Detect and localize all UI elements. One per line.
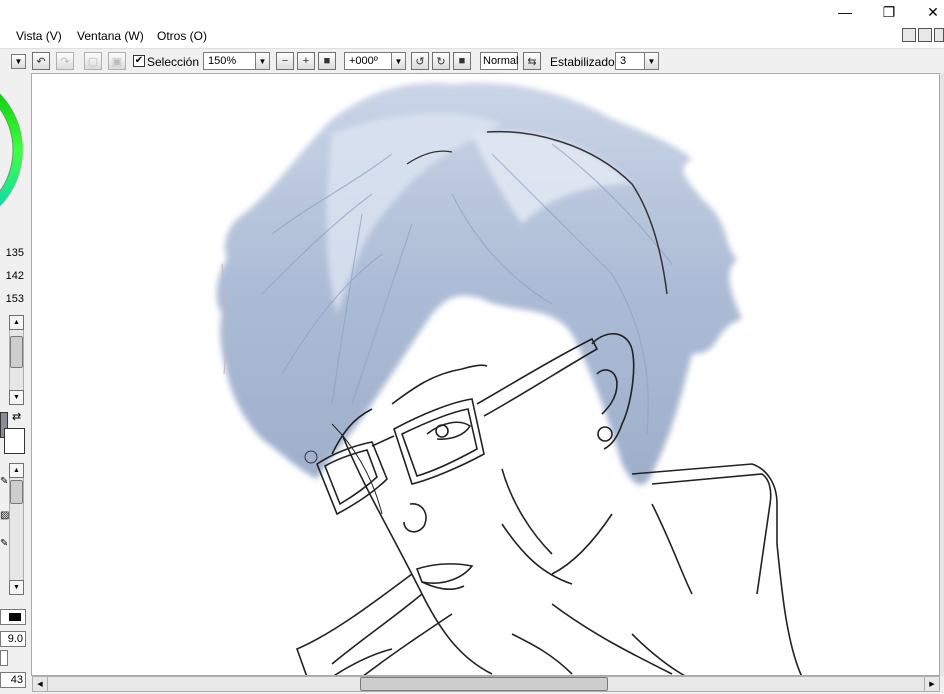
rotation-dropdown[interactable]: ▼ — [391, 52, 406, 70]
mdi-restore-button[interactable] — [918, 28, 932, 42]
checkmark-icon: ✔ — [134, 55, 144, 66]
scroll-right-arrow[interactable]: ▶ — [924, 677, 939, 691]
rotate-ccw-icon: ↺ — [415, 55, 425, 68]
flip-horizontal-button[interactable]: ⇆ — [523, 52, 541, 70]
pencil-tool-icon[interactable]: ✎ — [0, 538, 8, 549]
undo-button[interactable]: ↶ — [32, 52, 50, 70]
zoom-reset-button[interactable]: ■ — [318, 52, 336, 70]
blend-mode-field[interactable]: Normal — [480, 52, 518, 70]
redo-button[interactable]: ↷ — [56, 52, 74, 70]
zoom-field[interactable]: 150% — [203, 52, 259, 70]
arrow-down-icon: ▼ — [13, 394, 20, 401]
rotate-ccw-button[interactable]: ↺ — [411, 52, 429, 70]
deselect-button[interactable]: ▢ — [84, 52, 102, 70]
toolbar-menu-dropdown[interactable]: ▼ — [11, 54, 26, 69]
tool-scroll-up[interactable]: ▲ — [9, 463, 24, 478]
menu-otros[interactable]: Otros (O) — [157, 29, 207, 43]
restore-icon: ❐ — [882, 3, 896, 20]
hair-painting — [216, 82, 743, 485]
palette-scroll-thumb[interactable] — [10, 336, 23, 368]
stabilizer-label: Estabilizador — [550, 55, 619, 69]
menu-vista[interactable]: Vista (V) — [16, 29, 62, 43]
chevron-down-icon: ▼ — [394, 56, 403, 66]
density-field[interactable]: 43 — [0, 672, 26, 688]
restore-button[interactable]: ❐ — [866, 0, 912, 24]
brush-shape-icon — [9, 613, 21, 621]
arrow-right-icon: ▶ — [929, 681, 935, 688]
invert-selection-button[interactable]: ▣ — [108, 52, 126, 70]
mdi-minimize-button[interactable] — [902, 28, 916, 42]
mdi-close-button[interactable] — [934, 28, 944, 42]
chevron-down-icon: ▼ — [258, 56, 267, 66]
selection-checkbox[interactable]: ✔ — [133, 55, 145, 67]
artwork — [216, 82, 803, 675]
rotate-cw-icon: ↻ — [436, 55, 446, 68]
close-icon: ✕ — [927, 3, 939, 20]
invert-selection-icon: ▣ — [111, 55, 123, 68]
selection-label: Selección — [147, 55, 200, 69]
pen-tool-icon[interactable]: ✎ — [0, 476, 8, 487]
brush-shape-selector[interactable] — [0, 609, 26, 625]
zoom-out-button[interactable]: − — [276, 52, 294, 70]
flip-horizontal-icon: ⇆ — [527, 55, 537, 68]
minimize-icon: — — [838, 4, 852, 20]
rotate-reset-button[interactable]: ■ — [453, 52, 471, 70]
arrow-up-icon: ▲ — [13, 467, 20, 474]
menu-ventana[interactable]: Ventana (W) — [77, 29, 144, 43]
arrow-up-icon: ▲ — [13, 319, 20, 326]
minus-icon: − — [281, 55, 289, 67]
eraser-tool-icon[interactable]: ▨ — [0, 510, 9, 521]
rotation-field[interactable]: +000º — [344, 52, 394, 70]
palette-scroll-up[interactable]: ▲ — [9, 315, 24, 330]
brush-min-size-field[interactable] — [0, 650, 8, 666]
menu-bar: Vista (V) Ventana (W) Otros (O) — [0, 24, 944, 49]
green-value: 142 — [5, 270, 24, 282]
drawing-canvas[interactable] — [31, 73, 940, 676]
blue-value: 153 — [5, 293, 24, 305]
zoom-in-button[interactable]: + — [297, 52, 315, 70]
plus-icon: + — [302, 55, 310, 67]
rotate-cw-button[interactable]: ↻ — [432, 52, 450, 70]
palette-scroll-down[interactable]: ▼ — [9, 390, 24, 405]
arrow-left-icon: ◀ — [37, 681, 43, 688]
chevron-down-icon: ▼ — [647, 56, 656, 66]
canvas-vertical-scrollbar[interactable] — [940, 73, 944, 676]
red-value: 135 — [5, 247, 24, 259]
title-bar: — ❐ ✕ — [0, 0, 944, 24]
canvas-horizontal-scroll-thumb[interactable] — [360, 677, 608, 691]
reset-square-icon: ■ — [323, 55, 331, 67]
color-wheel[interactable] — [0, 74, 30, 224]
zoom-dropdown[interactable]: ▼ — [255, 52, 270, 70]
reset-square-icon: ■ — [458, 55, 466, 67]
stabilizer-dropdown[interactable]: ▼ — [644, 52, 659, 70]
tool-scroll-down[interactable]: ▼ — [9, 580, 24, 595]
tool-scroll-thumb[interactable] — [10, 480, 23, 504]
background-color-swatch[interactable] — [4, 428, 25, 454]
scroll-left-arrow[interactable]: ◀ — [33, 677, 48, 691]
left-panel: 135 142 153 ▲ ▼ ⇄ ▲ ▼ ✎ ▨ ✎ 9.0 43 — [0, 74, 30, 694]
stabilizer-field[interactable]: 3 — [615, 52, 645, 70]
arrow-down-icon: ▼ — [13, 584, 20, 591]
swap-colors-icon[interactable]: ⇄ — [12, 410, 21, 423]
chevron-down-icon: ▼ — [14, 57, 23, 66]
close-button[interactable]: ✕ — [910, 0, 944, 24]
brush-size-field[interactable]: 9.0 — [0, 631, 26, 647]
minimize-button[interactable]: — — [822, 0, 868, 24]
redo-icon: ↷ — [60, 55, 70, 68]
deselect-icon: ▢ — [87, 55, 99, 68]
undo-icon: ↶ — [36, 55, 46, 68]
